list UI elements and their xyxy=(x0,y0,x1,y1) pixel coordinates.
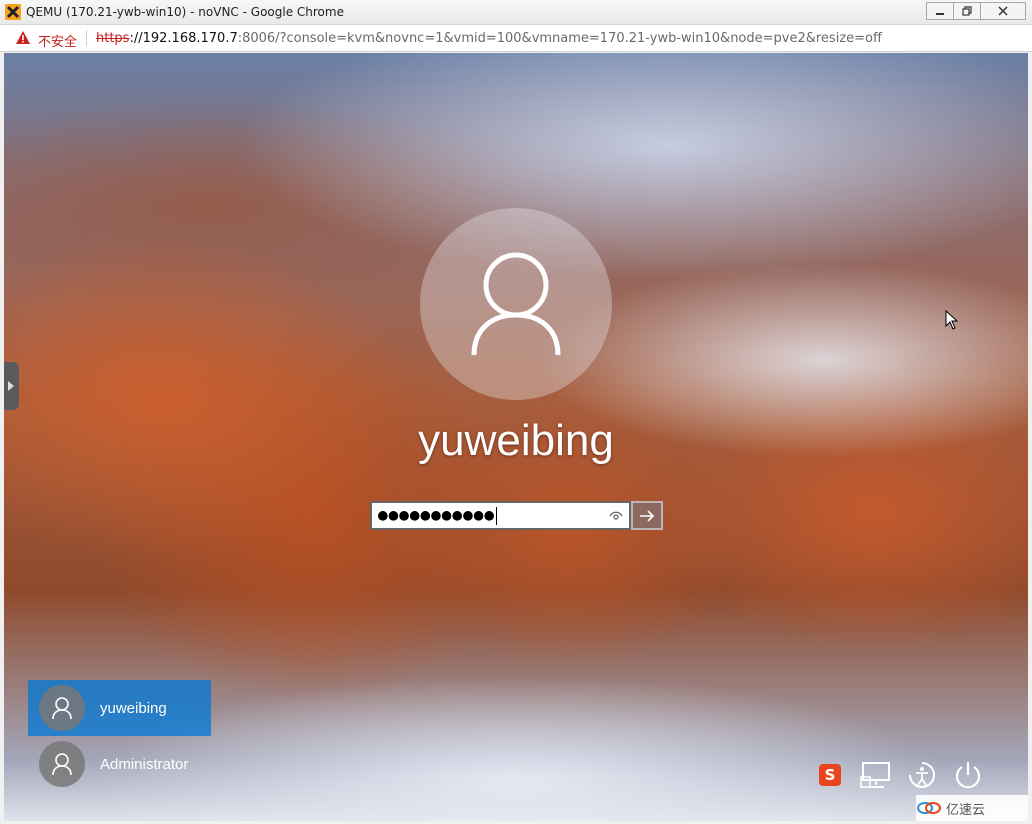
ime-button[interactable]: S xyxy=(812,757,848,793)
accessibility-icon xyxy=(909,762,935,788)
vnc-canvas[interactable]: yuweibing ●●●●●●●●●●● yuweibing Administ… xyxy=(4,53,1028,821)
ime-icon: S xyxy=(819,764,841,786)
user-icon xyxy=(52,697,72,720)
network-icon xyxy=(860,762,890,788)
url-host: ://192.168.170.7 xyxy=(129,31,238,46)
security-status[interactable]: 不安全 xyxy=(38,31,77,50)
power-icon xyxy=(955,762,981,789)
power-button[interactable] xyxy=(950,757,986,793)
user-list: yuweibing Administrator xyxy=(28,680,211,792)
password-input[interactable]: ●●●●●●●●●●● xyxy=(370,501,631,530)
window-titlebar[interactable]: QEMU (170.21-ywb-win10) - noVNC - Google… xyxy=(0,0,1032,25)
address-bar[interactable]: 不安全 https://192.168.170.7:8006/?console=… xyxy=(0,25,1032,52)
avatar xyxy=(39,741,85,787)
window-title: QEMU (170.21-ywb-win10) - noVNC - Google… xyxy=(26,5,344,19)
system-tray: S xyxy=(802,757,986,793)
window-controls xyxy=(926,2,1026,20)
address-separator xyxy=(86,30,87,46)
url-scheme: https xyxy=(96,31,130,46)
maximize-button[interactable] xyxy=(953,2,981,20)
minimize-button[interactable] xyxy=(926,2,954,20)
close-button[interactable] xyxy=(980,2,1026,20)
minimize-icon xyxy=(936,13,944,15)
url-field[interactable]: https://192.168.170.7:8006/?console=kvm&… xyxy=(96,31,882,46)
current-username: yuweibing xyxy=(418,416,614,465)
watermark-logo-icon xyxy=(917,802,941,814)
user-item-label: yuweibing xyxy=(100,699,167,717)
submit-button[interactable] xyxy=(631,501,663,530)
user-icon xyxy=(471,252,561,356)
arrow-right-icon xyxy=(640,509,655,522)
current-user-avatar xyxy=(420,208,612,400)
url-path: :8006/?console=kvm&novnc=1&vmid=100&vmna… xyxy=(237,31,882,46)
watermark: 亿速云 xyxy=(916,795,1028,821)
eye-icon[interactable] xyxy=(609,510,623,522)
close-icon xyxy=(998,6,1008,16)
mouse-cursor-icon xyxy=(945,310,959,330)
novnc-sidebar-handle[interactable] xyxy=(4,362,19,410)
user-item-yuweibing[interactable]: yuweibing xyxy=(28,680,211,736)
avatar xyxy=(39,685,85,731)
accessibility-button[interactable] xyxy=(904,757,940,793)
password-value: ●●●●●●●●●●● xyxy=(378,505,495,524)
user-item-label: Administrator xyxy=(100,755,189,773)
network-button[interactable] xyxy=(858,757,894,793)
qemu-app-icon xyxy=(5,4,21,20)
user-item-administrator[interactable]: Administrator xyxy=(28,736,211,792)
warning-icon[interactable] xyxy=(16,31,30,44)
user-icon xyxy=(52,753,72,776)
watermark-text: 亿速云 xyxy=(946,802,986,818)
restore-icon xyxy=(962,6,972,16)
